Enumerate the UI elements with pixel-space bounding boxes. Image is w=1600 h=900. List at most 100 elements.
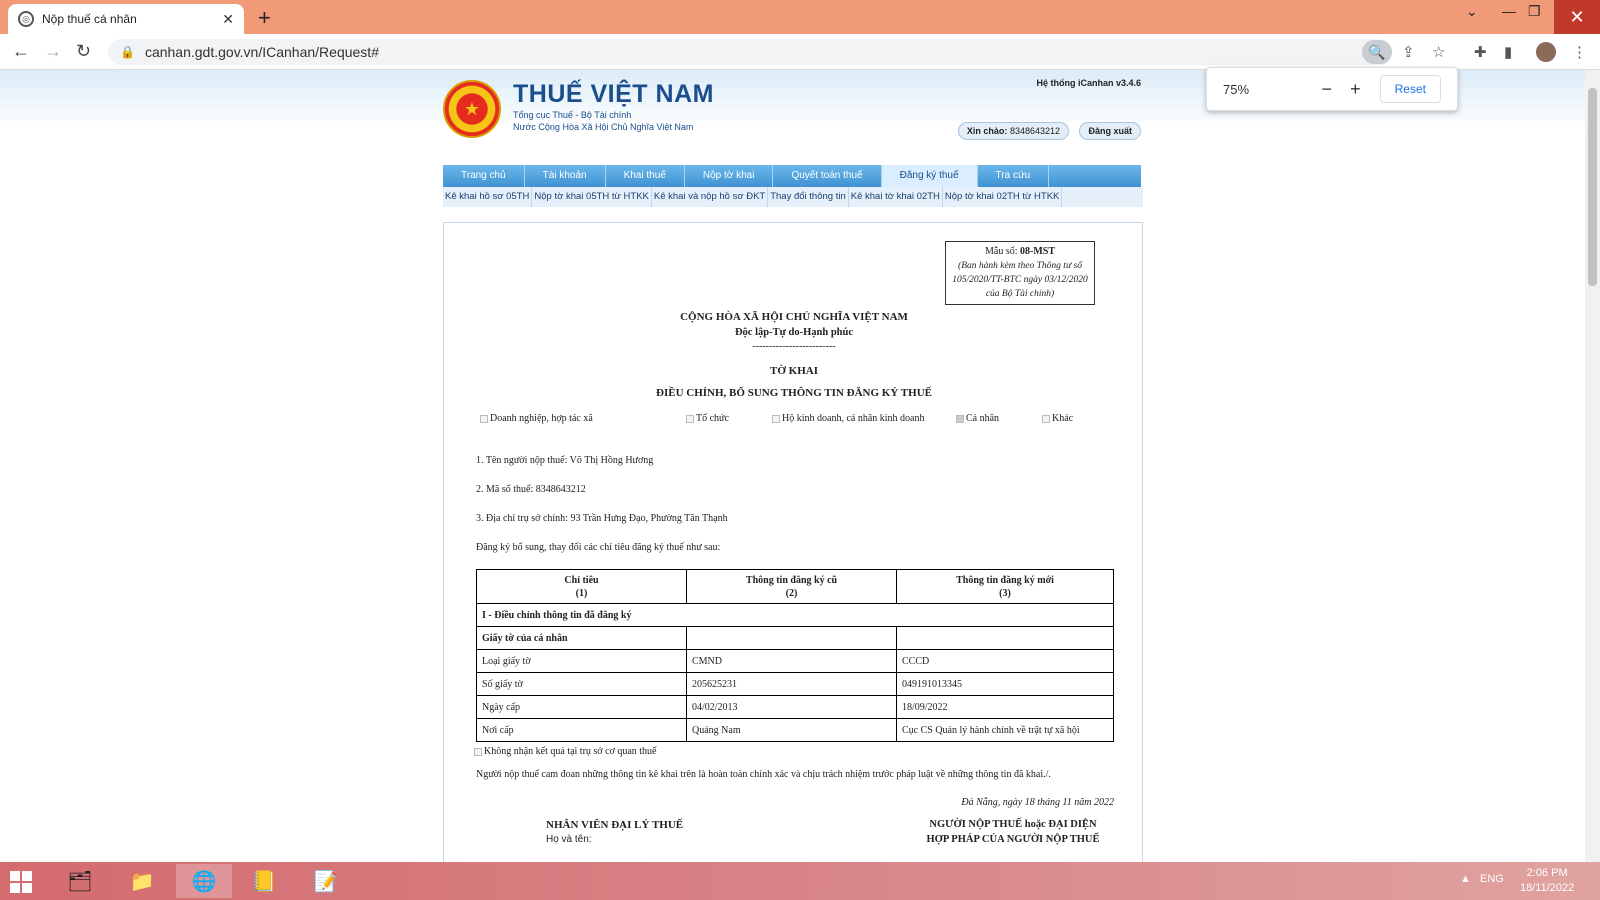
subnav-item-05th[interactable]: Kê khai hồ sơ 05TH — [443, 187, 533, 207]
system-clock[interactable]: 2:06 PM 18/11/2022 — [1520, 866, 1574, 896]
option-other[interactable]: Khác — [1042, 413, 1073, 424]
sub-nav: Kê khai hồ sơ 05TH Nộp tờ khai 05TH từ H… — [443, 187, 1143, 207]
nav-item-tax-finalization[interactable]: Quyết toán thuế — [773, 165, 882, 187]
forward-icon[interactable]: → — [44, 41, 62, 62]
subnav-item-dkt[interactable]: Kê khai và nộp hồ sơ ĐKT — [652, 187, 769, 207]
site-brand: THUẾ VIỆT NAM Tổng cục Thuế - Bộ Tài chí… — [513, 80, 714, 133]
table-section-row: I - Điều chỉnh thông tin đã đăng ký — [476, 603, 1114, 627]
national-emblem-icon: ★ — [443, 80, 501, 138]
checkbox-checked[interactable] — [956, 414, 964, 423]
zoom-level: 75% — [1223, 81, 1250, 97]
checkbox[interactable] — [1042, 414, 1050, 423]
tray-chevron-icon[interactable]: ▲ — [1460, 873, 1471, 885]
reload-icon[interactable]: ↻ — [76, 41, 91, 62]
empty-cell — [896, 626, 1114, 650]
nav-item-tax-registration[interactable]: Đăng ký thuế — [881, 165, 978, 187]
language-indicator[interactable]: ENG — [1480, 873, 1504, 885]
row-label: Số giấy tờ — [476, 672, 687, 696]
nav-item-account[interactable]: Tài khoản — [525, 165, 606, 187]
table-row: Ngày cấp 04/02/2013 18/09/2022 — [476, 695, 1114, 719]
lock-icon[interactable]: 🔒 — [120, 45, 135, 59]
tab-search-icon[interactable]: ⌄ — [1466, 3, 1478, 20]
option-household-business[interactable]: Hộ kinh doanh, cá nhân kinh doanh — [772, 413, 924, 424]
new-value: 049191013345 — [896, 672, 1114, 696]
share-icon[interactable]: ⇪ — [1402, 43, 1415, 61]
old-value: Quảng Nam — [686, 718, 897, 742]
zoom-in-button[interactable]: + — [1341, 79, 1370, 100]
tax-app-icon[interactable]: 📒 — [236, 864, 292, 898]
new-tab-icon[interactable]: + — [258, 5, 271, 31]
form-code-box: Mẫu số: 08-MST (Ban hành kèm theo Thông … — [945, 241, 1095, 305]
back-icon[interactable]: ← — [12, 41, 30, 62]
option-label: Hộ kinh doanh, cá nhân kinh doanh — [782, 413, 925, 424]
nav-item-lookup[interactable]: Tra cứu — [978, 165, 1050, 187]
nav-item-submit-return[interactable]: Nộp tờ khai — [685, 165, 774, 187]
sticky-notes-icon[interactable]: 📁 — [114, 864, 170, 898]
subnav-item-02th-htkk[interactable]: Nộp tờ khai 02TH từ HTKK — [943, 187, 1063, 207]
zoom-out-button[interactable]: − — [1312, 79, 1341, 100]
brand-subtitle-2: Nước Cộng Hòa Xã Hội Chủ Nghĩa Việt Nam — [513, 122, 694, 132]
option-label: Tổ chức — [696, 413, 729, 424]
option-individual[interactable]: Cá nhân — [956, 413, 999, 424]
column-header: Chỉ tiêu (1) — [476, 569, 687, 604]
windows-start-icon[interactable] — [10, 871, 32, 893]
os-taskbar: 🗂 📁 🌐 📒 📝 ▲ ENG 2:06 PM 18/11/2022 — [0, 862, 1600, 900]
subnav-item-02th[interactable]: Kê khai tờ khai 02TH — [849, 187, 943, 207]
side-panel-icon[interactable]: ▮ — [1504, 43, 1512, 61]
subnav-item-change-info[interactable]: Thay đổi thông tin — [768, 187, 849, 207]
restore-icon[interactable]: ❐ — [1528, 3, 1541, 20]
checkbox[interactable] — [772, 414, 780, 423]
nav-item-declare-tax[interactable]: Khai thuế — [606, 165, 685, 187]
file-explorer-icon[interactable]: 🗂 — [52, 864, 108, 898]
document-subtitle: ĐIỀU CHỈNH, BỔ SUNG THÔNG TIN ĐĂNG KÝ TH… — [656, 387, 932, 399]
site-header: ★ THUẾ VIỆT NAM Tổng cục Thuế - Bộ Tài c… — [443, 78, 1141, 158]
logout-button[interactable]: Đăng xuất — [1079, 122, 1141, 140]
clock-time: 2:06 PM — [1526, 867, 1568, 879]
url-text: canhan.gdt.gov.vn/ICanhan/Request# — [144, 44, 379, 60]
word-icon[interactable]: 📝 — [298, 864, 354, 898]
checkbox[interactable] — [474, 747, 482, 756]
address-bar[interactable]: 🔒 canhan.gdt.gov.vn/ICanhan/Request# — [108, 39, 1392, 65]
option-organization[interactable]: Tổ chức — [686, 413, 729, 424]
checkbox[interactable] — [480, 414, 488, 423]
checkbox[interactable] — [686, 414, 694, 423]
subnav-item-05th-htkk[interactable]: Nộp tờ khai 05TH từ HTKK — [532, 187, 652, 207]
commitment-text: Người nộp thuế cam đoan những thông tin … — [476, 769, 1051, 780]
profile-avatar[interactable] — [1536, 42, 1556, 62]
close-tab-icon[interactable]: ✕ — [222, 11, 234, 28]
nav-item-home[interactable]: Trang chủ — [443, 165, 525, 187]
extensions-icon[interactable]: ✚ — [1474, 43, 1487, 61]
scrollbar-thumb[interactable] — [1588, 88, 1597, 286]
agent-title: NHÂN VIÊN ĐẠI LÝ THUẾ — [546, 819, 684, 831]
bookmark-star-icon[interactable]: ☆ — [1432, 43, 1445, 61]
tax-declaration-form: Mẫu số: 08-MST (Ban hành kèm theo Thông … — [443, 222, 1143, 862]
chrome-icon[interactable]: 🌐 — [176, 864, 232, 898]
menu-icon[interactable]: ⋮ — [1572, 43, 1587, 61]
greeting-badge: Xin chào: 8348643212 — [957, 122, 1069, 140]
motto: Độc lập-Tự do-Hạnh phúc — [734, 327, 854, 338]
taxpayer-name: 1. Tên người nộp thuế: Võ Thị Hồng Hương — [476, 455, 654, 466]
agent-name-label: Họ và tên: — [546, 834, 592, 845]
globe-icon: ◎ — [18, 11, 34, 27]
form-code: 08-MST — [1020, 246, 1055, 257]
receive-option[interactable]: Không nhận kết quả tại trụ sở cơ quan th… — [474, 746, 656, 757]
brand-name: THUẾ VIỆT NAM — [513, 80, 714, 108]
table-row: Loại giấy tờ CMND CCCD — [476, 649, 1114, 673]
page-scrollbar[interactable] — [1585, 70, 1600, 862]
option-label: Cá nhân — [966, 413, 1000, 424]
system-version: Hệ thống iCanhan v3.4.6 — [1036, 78, 1141, 88]
place-date: Đà Nẵng, ngày 18 tháng 11 năm 2022 — [961, 797, 1114, 808]
minimize-icon[interactable]: — — [1502, 3, 1516, 19]
browser-tab[interactable]: ◎ Nộp thuế cá nhân ✕ — [8, 4, 244, 34]
row-label: Loại giấy tờ — [476, 649, 687, 673]
row-label: Ngày cấp — [476, 695, 687, 719]
zoom-icon[interactable]: 🔍 — [1362, 40, 1392, 64]
old-value: 04/02/2013 — [686, 695, 897, 719]
option-enterprise[interactable]: Doanh nghiệp, hợp tác xã — [480, 413, 593, 424]
receive-option-label: Không nhận kết quả tại trụ sở cơ quan th… — [484, 746, 657, 757]
web-page: ★ THUẾ VIỆT NAM Tổng cục Thuế - Bộ Tài c… — [0, 70, 1585, 862]
table-header-row: Chỉ tiêu (1) Thông tin đăng ký cũ (2) Thôn… — [476, 569, 1114, 604]
zoom-reset-button[interactable]: Reset — [1379, 75, 1441, 103]
new-value: CCCD — [896, 649, 1114, 673]
window-close-icon[interactable]: ✕ — [1554, 0, 1600, 34]
